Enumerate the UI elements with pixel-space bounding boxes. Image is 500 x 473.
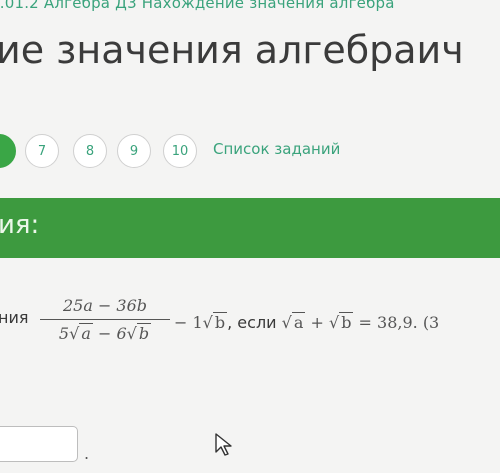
task-navigation: 7 8 9 10 Список заданий bbox=[0, 134, 500, 168]
tail-sqrt-b: b bbox=[212, 312, 228, 332]
condition-value: = 38,9. (3 bbox=[353, 313, 440, 332]
task-list-link[interactable]: Список заданий bbox=[213, 140, 340, 158]
section-banner: ия: bbox=[0, 198, 500, 258]
nav-page-10[interactable]: 10 bbox=[163, 134, 197, 168]
nav-current-button[interactable] bbox=[0, 134, 16, 168]
denominator-middle: − 6 bbox=[92, 324, 127, 343]
mouse-cursor-icon bbox=[215, 433, 232, 456]
fraction-numerator: 25a − 36b bbox=[40, 296, 170, 320]
answer-suffix: . bbox=[84, 444, 90, 463]
nav-page-8[interactable]: 8 bbox=[73, 134, 107, 168]
condition-sqrt-a: a bbox=[291, 312, 306, 332]
expression-fraction: 25a − 36b 5√ a − 6√ b bbox=[40, 296, 170, 343]
task-prefix: ния bbox=[0, 308, 29, 327]
expression-tail: − 1√ b, если √ a + √ b = 38,9. (3 bbox=[174, 312, 440, 332]
breadcrumb[interactable]: 7.01.2 Алгебра Д3 Нахождение значения ал… bbox=[0, 0, 395, 12]
condition-word: , если bbox=[227, 313, 282, 332]
nav-page-9[interactable]: 9 bbox=[117, 134, 151, 168]
condition-sqrt-b: b bbox=[339, 312, 354, 332]
answer-input[interactable] bbox=[0, 426, 78, 462]
denominator-sqrt-b: b bbox=[136, 323, 152, 343]
page-title: ие значения алгебраич bbox=[0, 28, 464, 72]
denominator-coef-a: 5 bbox=[58, 324, 70, 343]
banner-label: ия: bbox=[0, 210, 40, 240]
nav-page-7[interactable]: 7 bbox=[25, 134, 59, 168]
denominator-sqrt-a: a bbox=[79, 323, 93, 343]
tail-minus: − 1 bbox=[174, 313, 203, 332]
task-content: ния 25a − 36b 5√ a − 6√ b − 1√ b, если √ a +… bbox=[0, 258, 500, 473]
fraction-denominator: 5√ a − 6√ b bbox=[58, 323, 152, 343]
condition-plus: + bbox=[305, 313, 329, 332]
